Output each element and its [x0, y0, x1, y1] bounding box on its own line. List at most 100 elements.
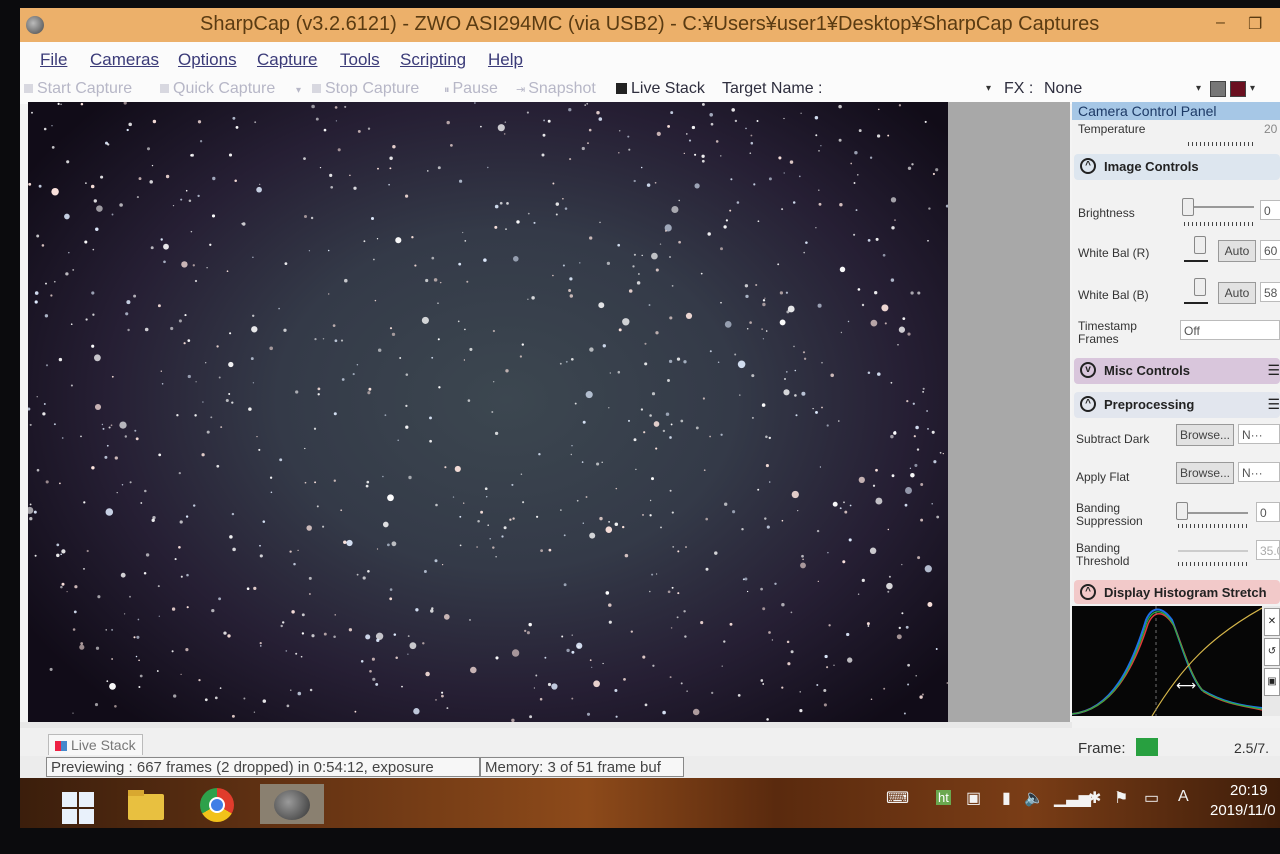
live-stack-tab-icon: [55, 741, 67, 752]
gray-swatch-icon[interactable]: [1210, 81, 1226, 97]
menu-icon[interactable]: ☰: [1267, 396, 1280, 413]
svg-text:⟷: ⟷: [1176, 678, 1196, 694]
histogram-chart[interactable]: ⟷: [1072, 606, 1263, 717]
status-memory: Memory: 3 of 51 frame buf: [480, 757, 684, 777]
banding-suppression-slider[interactable]: [1178, 512, 1248, 514]
keyboard-icon[interactable]: ⌨: [886, 788, 909, 808]
banding-threshold-value[interactable]: 35.0: [1256, 540, 1280, 560]
ime-indicator[interactable]: A: [1178, 788, 1189, 806]
tab-live-stack[interactable]: Live Stack: [48, 734, 143, 755]
display-histogram-stretch-header[interactable]: ^ Display Histogram Stretch: [1074, 580, 1280, 604]
brightness-slider-thumb[interactable]: [1182, 198, 1194, 216]
menu-file[interactable]: File: [40, 50, 67, 70]
white-bal-r-slider[interactable]: [1184, 260, 1208, 262]
live-stack-button[interactable]: Live Stack: [616, 80, 705, 98]
preprocessing-header[interactable]: ^ Preprocessing ☰: [1074, 392, 1280, 418]
camera-control-panel-header: Camera Control Panel: [1072, 102, 1280, 120]
target-name-dropdown-icon[interactable]: ▾: [986, 83, 991, 94]
banding-threshold-label: Banding Threshold: [1076, 541, 1130, 568]
brightness-value[interactable]: 0: [1260, 200, 1280, 220]
banding-suppression-label: Banding Suppression: [1076, 501, 1143, 528]
fx-select[interactable]: None: [1044, 80, 1082, 98]
display-icon[interactable]: ▭: [1144, 788, 1159, 808]
banding-suppression-value[interactable]: 0: [1256, 502, 1280, 522]
volume-icon[interactable]: 🔈: [1024, 788, 1044, 808]
quick-capture-button[interactable]: Quick Capture: [160, 80, 275, 98]
windows-start-icon[interactable]: [58, 784, 102, 824]
title-bar: SharpCap (v3.2.6121) - ZWO ASI294MC (via…: [20, 8, 1280, 42]
color-dropdown-icon[interactable]: ▾: [1250, 83, 1255, 94]
sharpcap-taskbar-icon[interactable]: [260, 784, 324, 824]
menu-options[interactable]: Options: [178, 50, 237, 70]
brightness-label: Brightness: [1078, 206, 1135, 220]
ht-icon[interactable]: ht: [936, 790, 951, 805]
collapse-icon: ^: [1080, 158, 1096, 174]
file-explorer-icon[interactable]: [124, 784, 168, 824]
banding-threshold-scale: [1178, 562, 1248, 566]
expand-icon: v: [1080, 362, 1096, 378]
subtract-dark-value[interactable]: N···: [1238, 424, 1280, 444]
white-bal-b-label: White Bal (B): [1078, 288, 1149, 302]
frame-rate: 2.5/7.: [1234, 740, 1270, 756]
menu-help[interactable]: Help: [488, 50, 523, 70]
subtract-dark-label: Subtract Dark: [1076, 432, 1150, 446]
banding-suppression-slider-thumb[interactable]: [1176, 502, 1188, 520]
white-bal-r-label: White Bal (R): [1078, 246, 1150, 260]
pause-button[interactable]: ⏸ Pause: [444, 80, 498, 98]
camera-control-panel: Camera Control Panel Temperature 20 ^ Im…: [1072, 102, 1280, 728]
histogram-undo-icon[interactable]: ↺: [1264, 638, 1280, 666]
white-bal-r-value[interactable]: 60: [1260, 240, 1280, 260]
wifi-signal-icon[interactable]: ▁▃▅: [1054, 788, 1091, 808]
camera-preview-image[interactable]: [28, 102, 948, 722]
banding-threshold-slider[interactable]: [1178, 550, 1248, 552]
misc-controls-header[interactable]: v Misc Controls ☰: [1074, 358, 1280, 384]
histogram-save-icon[interactable]: ▣: [1264, 668, 1280, 696]
status-preview: Previewing : 667 frames (2 dropped) in 0…: [46, 757, 480, 777]
apply-flat-value[interactable]: N···: [1238, 462, 1280, 482]
stop-capture-button[interactable]: Stop Capture: [312, 80, 419, 98]
battery-icon[interactable]: ▮: [1002, 788, 1011, 808]
snapshot-icon: ⇥: [516, 84, 526, 96]
white-bal-b-value[interactable]: 58: [1260, 282, 1280, 302]
quick-capture-dropdown-icon[interactable]: ▾: [296, 85, 301, 96]
frame-indicator: [1136, 738, 1158, 756]
status-bar: Previewing : 667 frames (2 dropped) in 0…: [20, 756, 1280, 778]
clock-date[interactable]: 2019/11/0: [1210, 802, 1276, 819]
red-swatch-icon[interactable]: [1230, 81, 1246, 97]
menu-cameras[interactable]: Cameras: [90, 50, 159, 70]
fx-dropdown-icon[interactable]: ▾: [1196, 83, 1201, 94]
fx-label: FX :: [1004, 80, 1034, 97]
image-controls-header[interactable]: ^ Image Controls: [1074, 154, 1280, 180]
action-center-flag-icon[interactable]: ⚑: [1114, 788, 1128, 808]
menu-icon[interactable]: ☰: [1267, 362, 1280, 379]
white-bal-b-auto-button[interactable]: Auto: [1218, 282, 1256, 304]
timestamp-frames-select[interactable]: Off: [1180, 320, 1280, 340]
network-app-icon[interactable]: ▣: [966, 788, 981, 808]
temperature-label: Temperature: [1078, 122, 1146, 136]
white-bal-b-slider[interactable]: [1184, 302, 1208, 304]
sharpcap-app-icon[interactable]: [26, 16, 44, 34]
white-bal-b-slider-thumb[interactable]: [1194, 278, 1206, 296]
white-bal-r-slider-thumb[interactable]: [1194, 236, 1206, 254]
menu-scripting[interactable]: Scripting: [400, 50, 466, 70]
stop-icon: [312, 84, 321, 94]
clock-time[interactable]: 20:19: [1230, 782, 1268, 799]
brightness-slider[interactable]: [1184, 206, 1254, 208]
minimize-button[interactable]: –: [1216, 14, 1225, 32]
apply-flat-browse-button[interactable]: Browse...: [1176, 462, 1234, 484]
white-bal-r-auto-button[interactable]: Auto: [1218, 240, 1256, 262]
window-title: SharpCap (v3.2.6121) - ZWO ASI294MC (via…: [200, 13, 1100, 35]
chrome-icon[interactable]: [196, 784, 240, 824]
bluetooth-icon[interactable]: ✱: [1088, 788, 1101, 808]
subtract-dark-browse-button[interactable]: Browse...: [1176, 424, 1234, 446]
temperature-scale: [1188, 142, 1254, 146]
histogram-curves: ⟷: [1072, 606, 1263, 717]
camera-icon: [24, 84, 33, 94]
maximize-button[interactable]: ❐: [1248, 14, 1262, 34]
histogram-reset-icon[interactable]: ✕: [1264, 608, 1280, 636]
snapshot-button[interactable]: ⇥ Snapshot: [516, 80, 596, 98]
menu-tools[interactable]: Tools: [340, 50, 380, 70]
start-capture-button[interactable]: Start Capture: [24, 80, 132, 98]
menu-capture[interactable]: Capture: [257, 50, 317, 70]
screen: SharpCap (v3.2.6121) - ZWO ASI294MC (via…: [20, 8, 1280, 828]
